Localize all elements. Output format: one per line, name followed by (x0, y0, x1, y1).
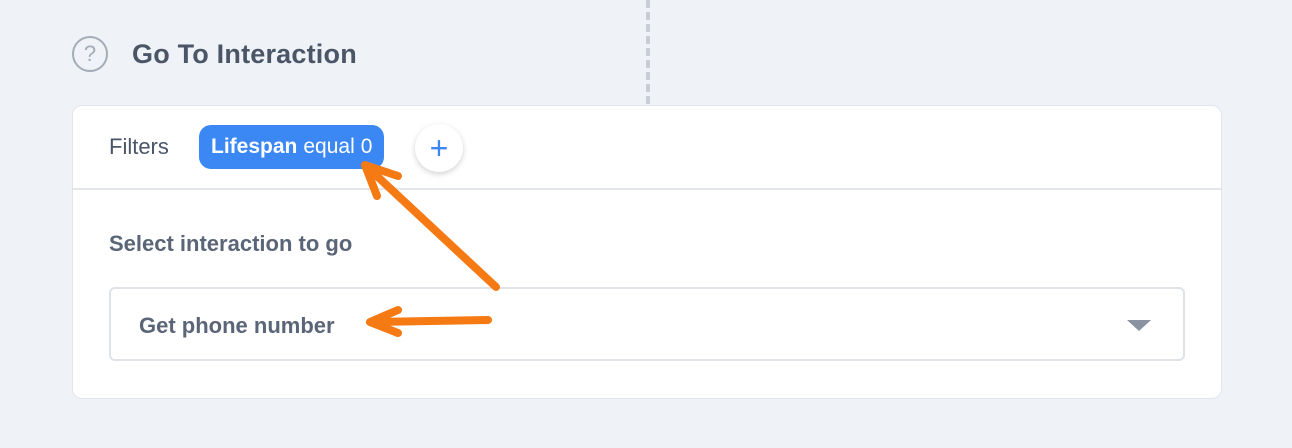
filters-row: Filters Lifespan equal 0 + (73, 106, 1221, 190)
dashed-connector-line (646, 0, 650, 104)
block-header: ? Go To Interaction (72, 34, 357, 74)
caret-down-icon[interactable] (1127, 320, 1151, 331)
filters-label: Filters (109, 134, 169, 159)
question-mark-circle-icon[interactable]: ? (72, 36, 108, 72)
interaction-select[interactable]: Get phone number (109, 287, 1185, 361)
plus-icon: + (429, 130, 449, 166)
filter-chip-key: Lifespan (211, 135, 298, 158)
filter-chip-lifespan[interactable]: Lifespan equal 0 (199, 125, 385, 169)
block-title: Go To Interaction (132, 38, 357, 69)
select-interaction-label: Select interaction to go (109, 231, 353, 256)
add-filter-button[interactable]: + (415, 124, 463, 172)
go-to-interaction-card: Filters Lifespan equal 0 + Select intera… (72, 105, 1222, 399)
filter-chip-operator: equal (303, 135, 355, 158)
interaction-select-value: Get phone number (139, 313, 335, 338)
filter-chip-value: 0 (360, 135, 373, 158)
